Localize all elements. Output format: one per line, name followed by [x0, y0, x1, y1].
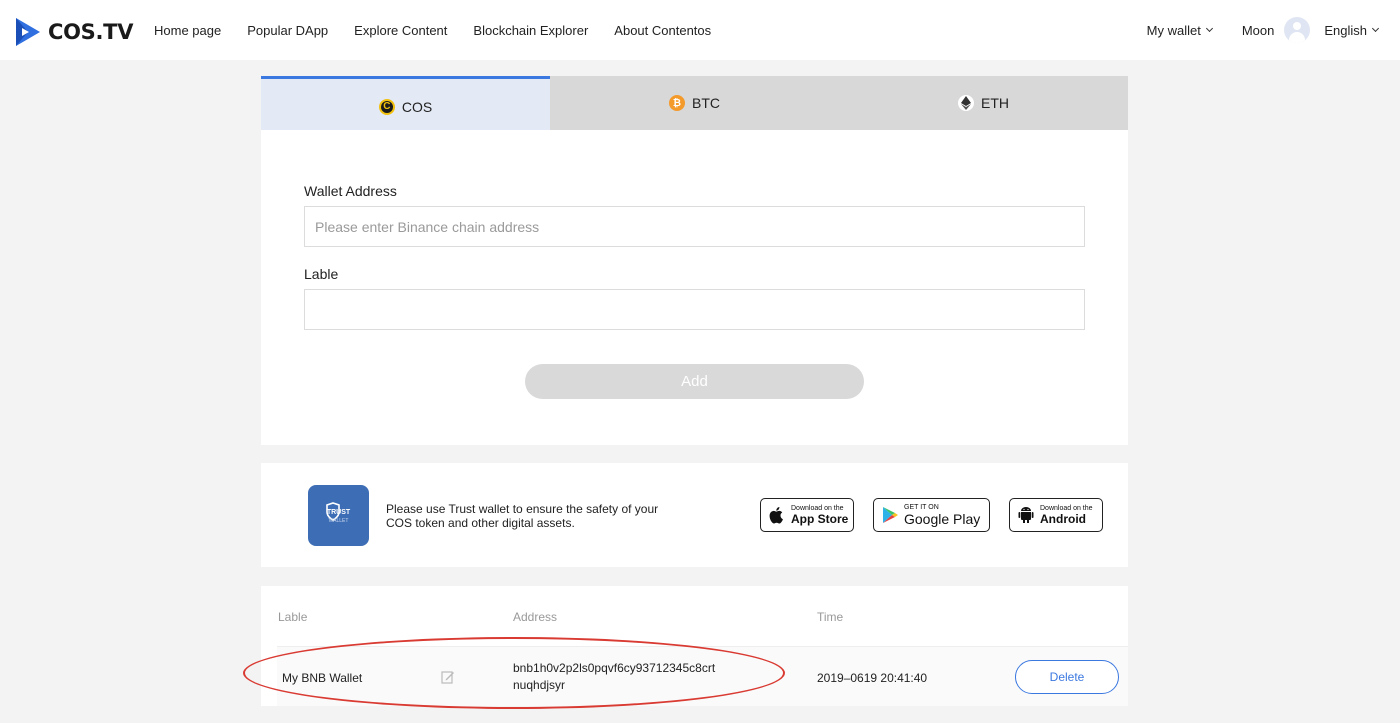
wallet-table: Lable Address Time My BNB Wallet bnb1h0v…: [261, 586, 1128, 706]
address-line: bnb1h0v2p2ls0pqvf6cy93712345c8crt: [513, 661, 716, 675]
add-button[interactable]: Add: [525, 364, 864, 399]
wallet-address-label: Wallet Address: [304, 183, 397, 199]
tab-cos[interactable]: C COS: [261, 76, 550, 130]
android-icon: [1018, 507, 1034, 523]
table-row: My BNB Wallet bnb1h0v2p2ls0pqvf6cy937123…: [277, 646, 1128, 706]
nav-explore-content[interactable]: Explore Content: [354, 23, 447, 38]
app-store-button[interactable]: Download on the App Store: [760, 498, 854, 532]
delete-button[interactable]: Delete: [1015, 660, 1119, 694]
tab-label: COS: [401, 98, 433, 115]
avatar: [1284, 17, 1311, 43]
tab-btc[interactable]: ₿ BTC: [550, 76, 839, 130]
label-field-label: Lable: [304, 266, 339, 282]
column-header-label: Lable: [278, 610, 308, 624]
logo-text: COS.TV: [48, 20, 134, 44]
tab-label: BTC: [692, 95, 720, 111]
user-name: Moon: [1241, 22, 1275, 38]
my-wallet-dropdown[interactable]: My wallet: [1146, 22, 1213, 38]
tab-label: ETH: [981, 95, 1009, 111]
google-play-button[interactable]: GET IT ON Google Play: [873, 498, 990, 532]
user-menu[interactable]: Moon: [1242, 17, 1325, 43]
column-header-time: Time: [817, 610, 844, 624]
wallet-address-cell: bnb1h0v2p2ls0pqvf6cy93712345c8crt nuqhdj…: [513, 660, 715, 694]
eth-coin-icon: [958, 95, 974, 111]
add-wallet-form: Wallet Address Lable Add: [261, 130, 1128, 445]
edit-icon[interactable]: [441, 670, 455, 684]
nav-home-page[interactable]: Home page: [154, 23, 221, 38]
chevron-down-icon: [1371, 24, 1380, 33]
coin-tabs: C COS ₿ BTC ETH: [261, 76, 1128, 130]
wallet-address-input[interactable]: [304, 206, 1085, 247]
android-button[interactable]: Download on the Android: [1009, 498, 1103, 532]
play-logo-icon: [16, 18, 40, 46]
trust-logo-sub: WALLET: [328, 518, 349, 524]
trust-logo-title: TRUST: [326, 509, 351, 516]
cos-coin-icon: C: [378, 98, 395, 115]
top-nav-bar: COS.TV Home page Popular DApp Explore Co…: [0, 0, 1400, 60]
google-play-icon: [883, 507, 898, 523]
nav-about-contentos[interactable]: About Contentos: [614, 23, 711, 38]
label-input[interactable]: [304, 289, 1085, 330]
store-big-text: Google Play: [904, 510, 981, 527]
address-line: nuqhdjsyr: [513, 678, 566, 692]
nav-blockchain-explorer[interactable]: Blockchain Explorer: [473, 23, 588, 38]
cos-tv-logo[interactable]: COS.TV: [14, 16, 133, 48]
language-dropdown[interactable]: English: [1324, 22, 1380, 38]
wallet-label-cell: My BNB Wallet: [282, 671, 363, 685]
btc-coin-icon: ₿: [669, 95, 685, 111]
store-big-text: App Store: [791, 511, 849, 526]
header-right: My wallet Moon English: [1146, 0, 1380, 60]
apple-icon: [769, 507, 783, 524]
my-wallet-label: My wallet: [1146, 22, 1201, 38]
language-label: English: [1324, 22, 1367, 38]
time-cell: 2019–0619 20:41:40: [817, 671, 928, 685]
nav-popular-dapp[interactable]: Popular DApp: [247, 23, 328, 38]
chevron-down-icon: [1205, 24, 1213, 33]
store-big-text: Android: [1040, 511, 1086, 526]
main-nav: Home page Popular DApp Explore Content B…: [154, 0, 737, 60]
tab-eth[interactable]: ETH: [839, 76, 1128, 130]
trust-wallet-banner: TRUST WALLET Please use Trust wallet to …: [261, 463, 1128, 567]
trust-message: Please use Trust wallet to ensure the sa…: [386, 502, 659, 530]
trust-wallet-logo: TRUST WALLET: [308, 485, 369, 546]
column-header-address: Address: [513, 610, 558, 624]
